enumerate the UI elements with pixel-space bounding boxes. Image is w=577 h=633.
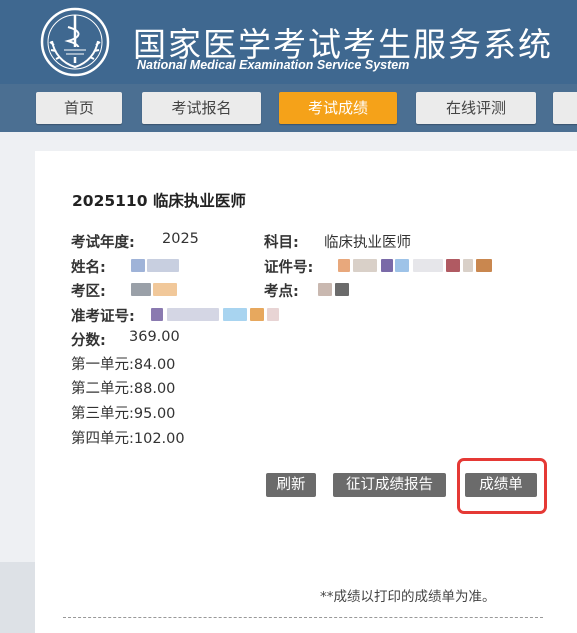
exam-title: 2025110 临床执业医师: [72, 192, 246, 210]
unit-score-2: 第二单元:88.00: [71, 381, 176, 397]
region-label: 考区:: [71, 284, 106, 300]
score-label: 分数:: [71, 333, 106, 349]
site-header: 国家医学考试考生服务系统 National Medical Examinatio…: [0, 0, 577, 84]
name-label: 姓名:: [71, 260, 106, 276]
unit-score-4: 第四单元:102.00: [71, 431, 185, 447]
subject-value: 临床执业医师: [324, 235, 411, 251]
unit-score-3: 第三单元:95.00: [71, 406, 176, 422]
site-label: 考点:: [264, 284, 299, 300]
ticket-label: 准考证号:: [71, 309, 135, 325]
year-label: 考试年度:: [71, 235, 135, 251]
dashed-divider: [63, 617, 543, 618]
tab-exam-registration[interactable]: 考试报名: [142, 92, 261, 124]
main-nav: 首页 考试报名 考试成绩 在线评测: [0, 84, 577, 132]
tab-exam-results[interactable]: 考试成绩: [279, 92, 397, 124]
year-value: 2025: [162, 231, 199, 247]
score-value: 369.00: [129, 329, 180, 345]
score-sheet-highlight: [457, 458, 547, 514]
subject-label: 科目:: [264, 235, 299, 251]
order-report-button[interactable]: 征订成绩报告: [333, 473, 446, 497]
site-subtitle: National Medical Examination Service Sys…: [137, 58, 410, 72]
refresh-button[interactable]: 刷新: [266, 473, 316, 497]
tab-more[interactable]: [553, 92, 577, 124]
print-note: **成绩以打印的成绩单为准。: [320, 589, 496, 605]
page-gutter: [0, 562, 35, 633]
unit-score-1: 第一单元:84.00: [71, 357, 176, 373]
tab-online-assessment[interactable]: 在线评测: [416, 92, 536, 124]
result-panel: 2025110 临床执业医师 考试年度: 2025 科目: 临床执业医师 姓名:…: [35, 151, 577, 633]
id-label: 证件号:: [264, 260, 314, 276]
medical-emblem-icon: [40, 7, 110, 77]
tab-home[interactable]: 首页: [36, 92, 122, 124]
